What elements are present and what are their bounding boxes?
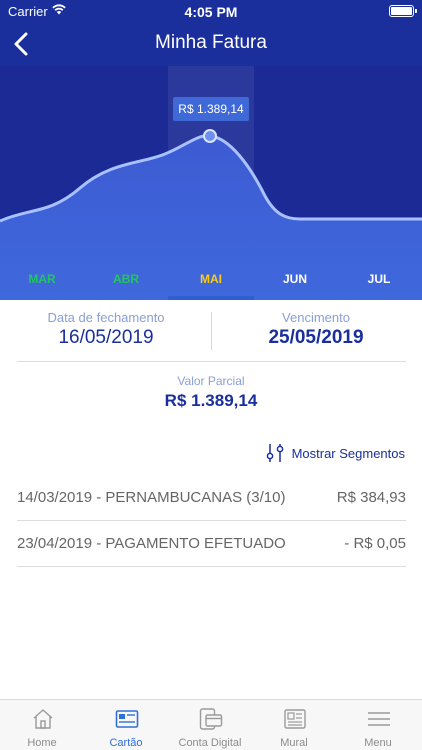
partial-amount-value: R$ 1.389,14: [164, 391, 258, 410]
partial-amount-label: Valor Parcial: [177, 374, 245, 388]
battery-icon: [389, 5, 417, 17]
transaction-row[interactable]: 23/04/2019 - PAGAMENTO EFETUADO - R$ 0,0…: [17, 521, 406, 566]
transaction-description: 23/04/2019 - PAGAMENTO EFETUADO: [17, 535, 286, 552]
menu-icon: [368, 712, 390, 726]
tab-home[interactable]: Home: [0, 700, 84, 750]
invoice-chart: R$ 1.389,14 MAR ABR MAI JUN JUL: [0, 66, 422, 300]
divider: [17, 361, 406, 362]
card-icon: [115, 710, 139, 728]
page-title: Minha Fatura: [155, 32, 267, 53]
transaction-amount: - R$ 0,05: [344, 535, 406, 552]
navigation-bar: Minha Fatura: [0, 22, 422, 66]
month-tab-abr[interactable]: ABR: [96, 272, 156, 286]
month-tab-jul[interactable]: JUL: [349, 272, 409, 286]
value-tooltip: R$ 1.389,14: [173, 97, 249, 121]
tab-cartao[interactable]: Cartão: [84, 700, 168, 750]
month-tab-mai[interactable]: MAI: [181, 272, 241, 286]
tab-menu-label: Menu: [364, 737, 392, 749]
tab-mural[interactable]: Mural: [252, 700, 336, 750]
due-date: Vencimento 25/05/2019: [221, 310, 411, 349]
sliders-icon: [266, 444, 283, 462]
tab-bar: Home Cartão Conta Digital Mural Menu: [0, 699, 422, 750]
dates-divider: [211, 312, 212, 350]
top-bar: Carrier 4:05 PM Minha Fatura: [0, 0, 422, 66]
tab-cartao-label: Cartão: [109, 737, 143, 749]
transaction-row[interactable]: 14/03/2019 - PERNAMBUCANAS (3/10) R$ 384…: [17, 475, 406, 520]
tab-conta-digital[interactable]: Conta Digital: [168, 700, 252, 750]
digital-account-icon: [199, 708, 223, 730]
divider: [17, 566, 406, 567]
transaction-amount: R$ 384,93: [336, 489, 406, 506]
closing-date-value: 16/05/2019: [58, 327, 154, 348]
closing-date: Data de fechamento 16/05/2019: [11, 310, 201, 349]
closing-date-label: Data de fechamento: [47, 310, 165, 325]
tab-mural-label: Mural: [280, 737, 308, 749]
tab-menu[interactable]: Menu: [336, 700, 420, 750]
due-date-label: Vencimento: [282, 310, 350, 325]
month-tab-mar[interactable]: MAR: [12, 272, 72, 286]
show-segments-label: Mostrar Segmentos: [291, 445, 405, 461]
tab-home-label: Home: [27, 737, 57, 749]
clock: 4:05 PM: [184, 4, 238, 20]
tab-conta-digital-label: Conta Digital: [178, 737, 242, 749]
show-segments-button[interactable]: Mostrar Segmentos: [266, 443, 405, 463]
status-bar: Carrier 4:05 PM: [0, 0, 422, 22]
partial-amount: Valor Parcial R$ 1.389,14: [0, 374, 422, 411]
selected-point[interactable]: [203, 129, 217, 143]
month-tab-jun[interactable]: JUN: [265, 272, 325, 286]
mural-icon: [284, 709, 306, 729]
due-date-value: 25/05/2019: [268, 327, 364, 348]
home-icon: [33, 709, 53, 729]
invoice-dates: Data de fechamento 16/05/2019 Vencimento…: [0, 300, 422, 362]
transaction-description: 14/03/2019 - PERNAMBUCANAS (3/10): [17, 489, 286, 506]
